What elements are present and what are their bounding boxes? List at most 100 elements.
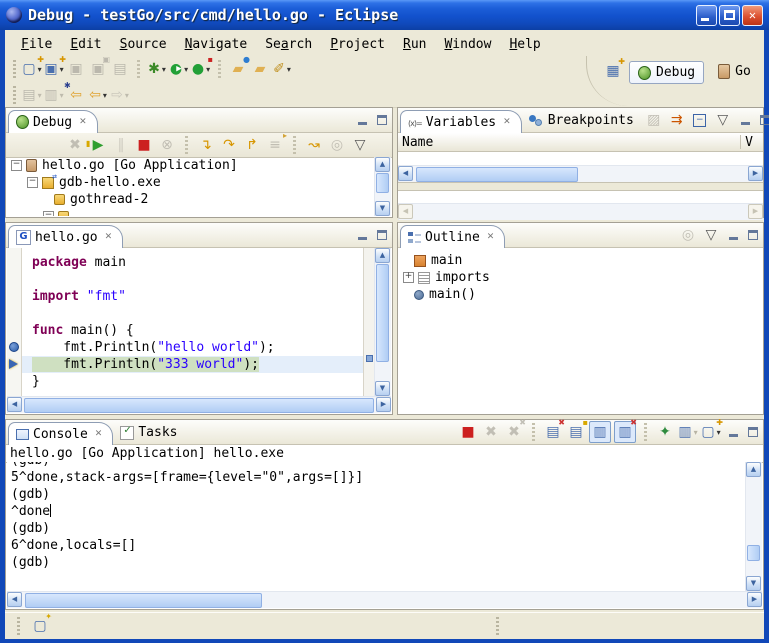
scroll-left-button[interactable]: ◀	[398, 166, 413, 181]
scroll-right-button[interactable]: ▶	[376, 397, 391, 412]
editor-hscrollbar[interactable]: ◀ ▶	[7, 396, 391, 413]
menu-run[interactable]: Run	[395, 35, 434, 54]
scroll-right-button[interactable]: ▶	[748, 166, 763, 181]
terminate-button[interactable]: ■	[458, 422, 478, 442]
toolbar-grip[interactable]	[13, 60, 16, 78]
scroll-thumb[interactable]	[376, 264, 389, 362]
debug-vscrollbar[interactable]: ▲ ▼	[374, 157, 391, 216]
scroll-thumb[interactable]	[416, 167, 578, 182]
external-tools-button[interactable]: ●▪▾	[191, 59, 211, 79]
collapse-icon[interactable]: −	[11, 160, 22, 171]
dropdown-arrow-icon[interactable]: ▾	[60, 65, 64, 74]
view-maximize-button[interactable]	[376, 230, 388, 241]
debug-button[interactable]: ✱▾	[147, 59, 167, 79]
new-project-button[interactable]: ▣✚▾	[44, 59, 64, 79]
scroll-down-button[interactable]: ▼	[375, 381, 390, 396]
editor-text-area[interactable]: package mainimport "fmt"func main() { fm…	[22, 248, 364, 396]
tab-tasks[interactable]: Tasks	[113, 421, 187, 444]
perspective-go-button[interactable]: Go	[710, 61, 759, 82]
tab-console[interactable]: Console✕	[8, 422, 113, 445]
dropdown-arrow-icon[interactable]: ▾	[287, 65, 291, 74]
view-menu-button[interactable]: ▽	[701, 225, 721, 245]
dropdown-arrow-icon[interactable]: ▾	[162, 65, 166, 74]
close-icon[interactable]: ✕	[487, 232, 495, 242]
perspective-debug-button[interactable]: Debug	[629, 61, 704, 84]
show-stderr-button[interactable]: ▥✖	[614, 421, 636, 443]
menu-navigate[interactable]: Navigate	[177, 35, 256, 54]
minimize-button[interactable]	[696, 5, 717, 26]
scroll-thumb[interactable]	[25, 593, 262, 608]
instruction-pointer-marker[interactable]	[9, 359, 18, 369]
console-vscrollbar[interactable]: ▲ ▼	[745, 462, 762, 591]
dropdown-arrow-icon[interactable]: ▾	[717, 428, 721, 437]
view-minimize-button[interactable]	[728, 230, 740, 241]
open-perspective-button[interactable]: ▦✚	[603, 61, 623, 81]
column-divider[interactable]	[740, 135, 741, 149]
tab-breakpoints[interactable]: Breakpoints	[522, 109, 644, 132]
console-text-area[interactable]: (gdb)5^done,stack-args=[frame={level="0"…	[7, 462, 762, 591]
view-menu-button[interactable]: ▽	[350, 135, 370, 155]
tree-item-hello-go-go-application[interactable]: −hello.go [Go Application]	[7, 157, 374, 174]
variables-table[interactable]	[398, 152, 763, 165]
tree-item-imports[interactable]: +imports	[399, 269, 762, 286]
scroll-left-button[interactable]: ◀	[7, 397, 22, 412]
editor-vscrollbar[interactable]: ▲ ▼	[374, 248, 391, 396]
close-icon[interactable]: ✕	[95, 429, 103, 439]
search-button[interactable]: ✐▾	[272, 59, 292, 79]
open-console-button[interactable]: ▢✚▾	[701, 422, 721, 442]
variables-column-header[interactable]: Name V	[398, 133, 763, 152]
close-button[interactable]: ✕	[742, 5, 763, 26]
collapse-all-button[interactable]: −	[690, 110, 710, 130]
view-maximize-button[interactable]	[747, 427, 759, 438]
tree-item-gothread-2[interactable]: gothread-2	[7, 191, 374, 208]
scroll-left-button[interactable]: ◀	[7, 592, 22, 607]
tree-item-main[interactable]: main	[399, 252, 762, 269]
tab-variables[interactable]: Variables✕	[400, 110, 522, 133]
menu-source[interactable]: Source	[112, 35, 175, 54]
menu-file[interactable]: File	[13, 35, 60, 54]
menu-help[interactable]: Help	[501, 35, 548, 54]
terminate-button[interactable]: ■	[134, 135, 154, 155]
overview-ruler[interactable]	[363, 248, 374, 396]
column-name[interactable]: Name	[402, 135, 433, 150]
view-minimize-button[interactable]	[357, 230, 369, 241]
collapse-icon[interactable]: −	[27, 177, 38, 188]
variables-detail-pane[interactable]	[398, 191, 763, 203]
dropdown-arrow-icon[interactable]: ▾	[206, 65, 210, 74]
outline-tree[interactable]: main+importsmain()	[399, 248, 762, 413]
current-line-marker[interactable]	[366, 355, 373, 362]
column-value[interactable]: V	[745, 135, 759, 150]
tree-item[interactable]: −	[7, 208, 374, 216]
tab-outline[interactable]: Outline✕	[400, 225, 505, 248]
view-minimize-button[interactable]	[357, 115, 369, 126]
step-into-button[interactable]: ↴	[196, 135, 216, 155]
expand-icon[interactable]: +	[403, 272, 414, 283]
detail-hscrollbar[interactable]: ◀ ▶	[398, 203, 763, 220]
menu-project[interactable]: Project	[322, 35, 393, 54]
run-button[interactable]: ●▶▾	[169, 59, 189, 79]
step-return-button[interactable]: ↱	[242, 135, 262, 155]
scroll-lock-button[interactable]: ▤▪	[566, 422, 586, 442]
breakpoint-marker[interactable]	[9, 342, 19, 352]
collapse-icon[interactable]: −	[43, 211, 54, 216]
show-stdout-button[interactable]: ▥	[589, 421, 611, 443]
view-maximize-button[interactable]	[759, 115, 769, 126]
pin-console-button[interactable]: ✦	[655, 422, 675, 442]
toolbar-grip[interactable]	[13, 86, 16, 104]
step-filters-button[interactable]: ↝	[304, 135, 324, 155]
close-icon[interactable]: ✕	[105, 232, 113, 242]
resume-button[interactable]: ▶▮	[88, 135, 108, 155]
maximize-button[interactable]	[719, 5, 740, 26]
tree-item-main[interactable]: main()	[399, 286, 762, 303]
console-hscrollbar[interactable]: ◀ ▶	[7, 591, 762, 608]
scroll-up-button[interactable]: ▲	[746, 462, 761, 477]
debug-tree[interactable]: −hello.go [Go Application]−gdb-hello.exe…	[7, 157, 374, 216]
view-minimize-button[interactable]	[728, 427, 740, 438]
new-wizard-button[interactable]: ▢✚▾	[22, 59, 42, 79]
tab-hello-go[interactable]: hello.go✕	[8, 225, 123, 248]
scroll-thumb[interactable]	[24, 398, 374, 413]
open-artifact-button[interactable]: ▰●	[228, 59, 248, 79]
scroll-thumb[interactable]	[376, 173, 389, 193]
tab-debug[interactable]: Debug✕	[8, 110, 98, 133]
view-maximize-button[interactable]	[376, 115, 388, 126]
